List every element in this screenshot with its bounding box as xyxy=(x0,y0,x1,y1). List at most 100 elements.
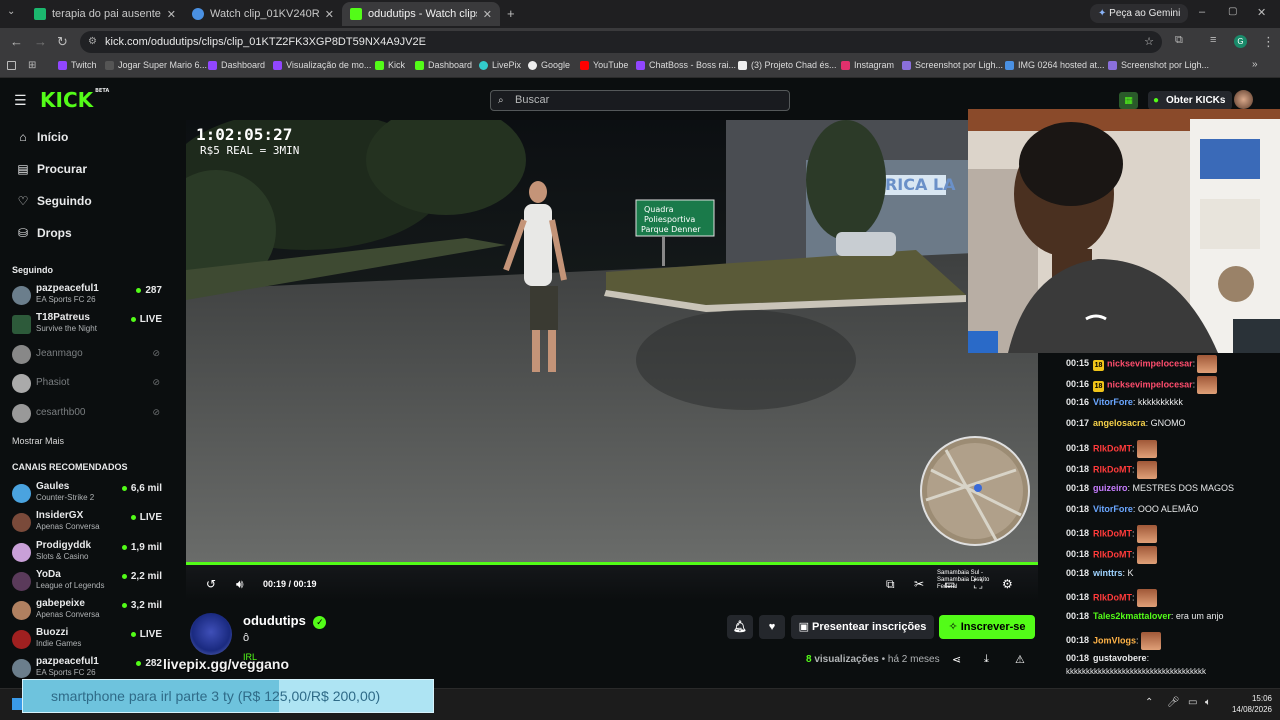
subscribe-button[interactable]: ✧ Inscrever-se xyxy=(939,615,1035,639)
kick-logo[interactable]: KICK BETA xyxy=(40,88,109,112)
sidebar-item-following[interactable]: ♡ Seguindo xyxy=(14,194,92,208)
follow-heart-button[interactable]: ♥ xyxy=(759,615,785,639)
tray-chevron-icon[interactable]: ⌃ xyxy=(1145,697,1153,708)
share-icon[interactable]: ⋖ xyxy=(952,653,961,666)
volume-icon[interactable]: 🔊︎ xyxy=(236,577,244,592)
chat-username[interactable]: VitorFore xyxy=(1093,397,1133,407)
back-icon[interactable]: ← xyxy=(10,34,23,49)
chat-username[interactable]: gustavobere xyxy=(1093,653,1147,663)
microphone-icon[interactable]: 🎤︎ xyxy=(1167,697,1180,708)
browser-tab-imgur[interactable]: terapia do pai ausente - Imgur ✕ xyxy=(26,2,184,26)
recommended-channel-item[interactable]: InsiderGX Apenas Conversa LIVE xyxy=(12,510,162,536)
reading-list-icon[interactable]: ≡ xyxy=(1210,34,1216,46)
menu-dots-icon[interactable]: ⋮ xyxy=(1262,34,1275,50)
maximize-icon[interactable]: ▢ xyxy=(1228,6,1237,17)
replay-icon[interactable]: ↺ xyxy=(206,577,216,591)
chat-username[interactable]: RlkDoMT xyxy=(1093,528,1132,538)
apps-grid-icon[interactable]: ⊞ xyxy=(28,60,36,71)
chat-username[interactable]: RlkDoMT xyxy=(1093,464,1132,474)
bookmark-item[interactable]: Jogar Super Mario 6... xyxy=(105,60,207,70)
close-tab-icon[interactable]: ✕ xyxy=(325,8,334,21)
recommended-section-title: CANAIS RECOMENDADOS xyxy=(12,462,128,472)
extensions-icon[interactable]: ⧉ xyxy=(1175,34,1183,47)
browser-tab-watch-clip[interactable]: Watch clip_01KV240R0QPKREG ✕ xyxy=(184,2,342,26)
minimize-icon[interactable]: – xyxy=(1199,6,1205,18)
bookmark-item[interactable]: Dashboard xyxy=(208,60,265,70)
show-more-link[interactable]: Mostrar Mais xyxy=(12,436,64,446)
bookmark-item[interactable]: Screenshot por Ligh... xyxy=(1108,60,1209,70)
report-icon[interactable]: ⚠ xyxy=(1015,653,1025,666)
bookmark-item[interactable]: IMG 0264 hosted at... xyxy=(1005,60,1105,70)
notification-bell-button[interactable]: 🔔︎ xyxy=(727,615,753,639)
following-channel-item[interactable]: T18Patreus Survive the Night LIVE xyxy=(12,312,162,338)
chat-timestamp: 00:18 xyxy=(1066,549,1090,560)
bookmark-item[interactable]: LivePix xyxy=(479,60,521,70)
sidebar-item-home[interactable]: ⌂ Início xyxy=(14,130,68,144)
chat-username[interactable]: nicksevimpelocesar xyxy=(1107,358,1193,368)
url-field[interactable]: ⚙ kick.com/odudutips/clips/clip_01KTZ2FK… xyxy=(80,31,1162,53)
following-channel-item-offline[interactable]: Phasiot ⊘ xyxy=(12,371,162,397)
chat-username[interactable]: Tales2kmattalover xyxy=(1093,611,1171,621)
recommended-channel-item[interactable]: YoDa League of Legends 2,2 mil xyxy=(12,569,162,595)
bookmark-item[interactable]: ChatBoss - Boss rai... xyxy=(636,60,736,70)
chat-username[interactable]: RlkDoMT xyxy=(1093,549,1132,559)
chat-username[interactable]: angelosacra xyxy=(1093,418,1146,428)
gemini-button[interactable]: ✦ Peça ao Gemini xyxy=(1090,4,1189,23)
clip-icon[interactable]: ✂ xyxy=(914,577,924,591)
new-tab-icon[interactable]: + xyxy=(507,6,515,21)
network-icon[interactable]: ▭ xyxy=(1188,697,1197,708)
download-icon[interactable]: ⤓ xyxy=(984,653,989,666)
get-kicks-button[interactable]: ● Obter KICKs xyxy=(1148,91,1233,110)
miniplayer-icon[interactable]: ⧉ xyxy=(886,577,895,592)
recommended-channel-item[interactable]: Gaules Counter-Strike 2 6,6 mil xyxy=(12,481,162,507)
sidebar-item-browse[interactable]: ▤ Procurar xyxy=(14,162,87,176)
close-tab-icon[interactable]: ✕ xyxy=(483,8,492,21)
following-channel-item[interactable]: pazpeaceful1 EA Sports FC 26 287 xyxy=(12,283,162,309)
recommended-channel-item[interactable]: Buozzi Indie Games LIVE xyxy=(12,627,162,653)
recommended-channel-item[interactable]: Prodigyddk Slots & Casino 1,9 mil xyxy=(12,540,162,566)
bookmark-item[interactable]: Screenshot por Ligh... xyxy=(902,60,1003,70)
user-avatar[interactable] xyxy=(1234,90,1253,109)
browser-tab-kick-active[interactable]: odudutips - Watch clips on Kick ✕ xyxy=(342,2,500,26)
bookmark-item[interactable]: Twitch xyxy=(58,60,97,70)
channel-avatar-large[interactable] xyxy=(190,613,232,655)
channel-name-row[interactable]: odudutips ✓ xyxy=(243,613,327,629)
chat-message: 00:16 VitorFore: kkkkkkkkkk xyxy=(1066,397,1183,407)
search-input[interactable]: ⌕ Buscar xyxy=(490,90,790,111)
bookmark-item[interactable]: Google xyxy=(528,60,570,70)
bookmark-folder-icon[interactable] xyxy=(7,61,16,70)
bookmark-item[interactable]: Dashboard xyxy=(415,60,472,70)
bookmark-item[interactable]: (3) Projeto Chad és... xyxy=(738,60,837,70)
hamburger-menu-icon[interactable]: ☰ xyxy=(14,92,27,109)
sidebar-item-drops[interactable]: ⛁ Drops xyxy=(14,226,72,240)
close-window-icon[interactable]: ✕ xyxy=(1257,6,1266,19)
gift-subs-button[interactable]: ▣ Presentear inscrições xyxy=(791,615,934,639)
close-tab-icon[interactable]: ✕ xyxy=(167,8,176,21)
settings-icon[interactable]: ⚙ xyxy=(1002,577,1013,591)
bookmark-item[interactable]: YouTube xyxy=(580,60,628,70)
chat-username[interactable]: guizeiro xyxy=(1093,483,1128,493)
speaker-icon[interactable]: 🔈︎ xyxy=(1205,697,1211,708)
store-icon[interactable]: ▦ xyxy=(1119,92,1138,109)
bookmark-star-icon[interactable]: ☆ xyxy=(1144,31,1154,53)
forward-icon[interactable]: → xyxy=(34,34,47,49)
recommended-channel-item[interactable]: gabepeixe Apenas Conversa 3,2 mil xyxy=(12,598,162,624)
chat-username[interactable]: RlkDoMT xyxy=(1093,592,1132,602)
site-info-icon[interactable]: ⚙ xyxy=(88,31,97,53)
bookmark-item[interactable]: Instagram xyxy=(841,60,894,70)
tab-search-icon[interactable]: ⌄ xyxy=(7,6,15,17)
more-bookmarks-icon[interactable]: » xyxy=(1252,59,1258,70)
chat-username[interactable]: nicksevimpelocesar xyxy=(1107,379,1193,389)
following-channel-item-offline[interactable]: Jeanmago ⊘ xyxy=(12,342,162,368)
chat-username[interactable]: JomVlogs xyxy=(1093,635,1136,645)
chat-username[interactable]: RlkDoMT xyxy=(1093,443,1132,453)
taskbar-clock[interactable]: 15:06 14/08/2026 xyxy=(1222,693,1272,715)
video-player[interactable]: ELÉTRICA LA Quadra Poliesportiva Parque … xyxy=(186,120,1038,563)
bookmark-item[interactable]: Kick xyxy=(375,60,405,70)
chat-username[interactable]: VitorFore xyxy=(1093,504,1133,514)
profile-avatar-icon[interactable]: G xyxy=(1234,35,1247,48)
following-channel-item-offline[interactable]: cesarthb00 ⊘ xyxy=(12,401,162,427)
reload-icon[interactable]: ↻ xyxy=(57,34,68,50)
bookmark-item[interactable]: Visualização de mo... xyxy=(273,60,371,70)
chat-username[interactable]: winttrs xyxy=(1093,568,1123,578)
